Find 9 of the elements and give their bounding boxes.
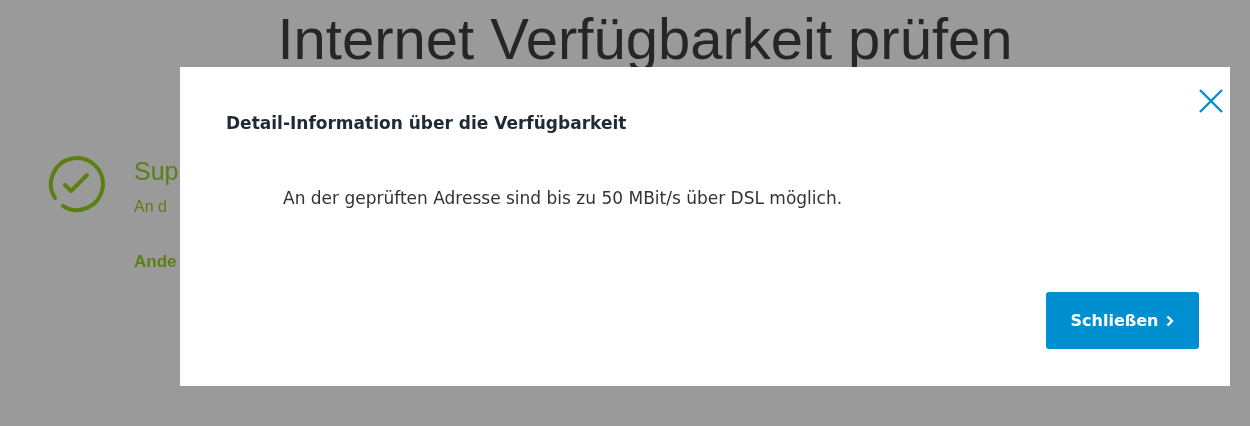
close-icon[interactable] — [1199, 89, 1223, 113]
chevron-right-icon — [1166, 314, 1175, 327]
dialog-title: Detail-Information über die Verfügbarkeit — [226, 113, 627, 133]
page-title: Internet Verfügbarkeit prüfen — [276, 5, 1014, 73]
result-text: An d — [134, 198, 168, 216]
result-heading: Sup — [134, 156, 179, 186]
check-circle-icon — [46, 154, 106, 214]
close-button[interactable]: Schließen — [1046, 292, 1199, 349]
dialog-message: An der geprüften Adresse sind bis zu 50 MBit/s über DSL möglich. — [283, 188, 843, 208]
